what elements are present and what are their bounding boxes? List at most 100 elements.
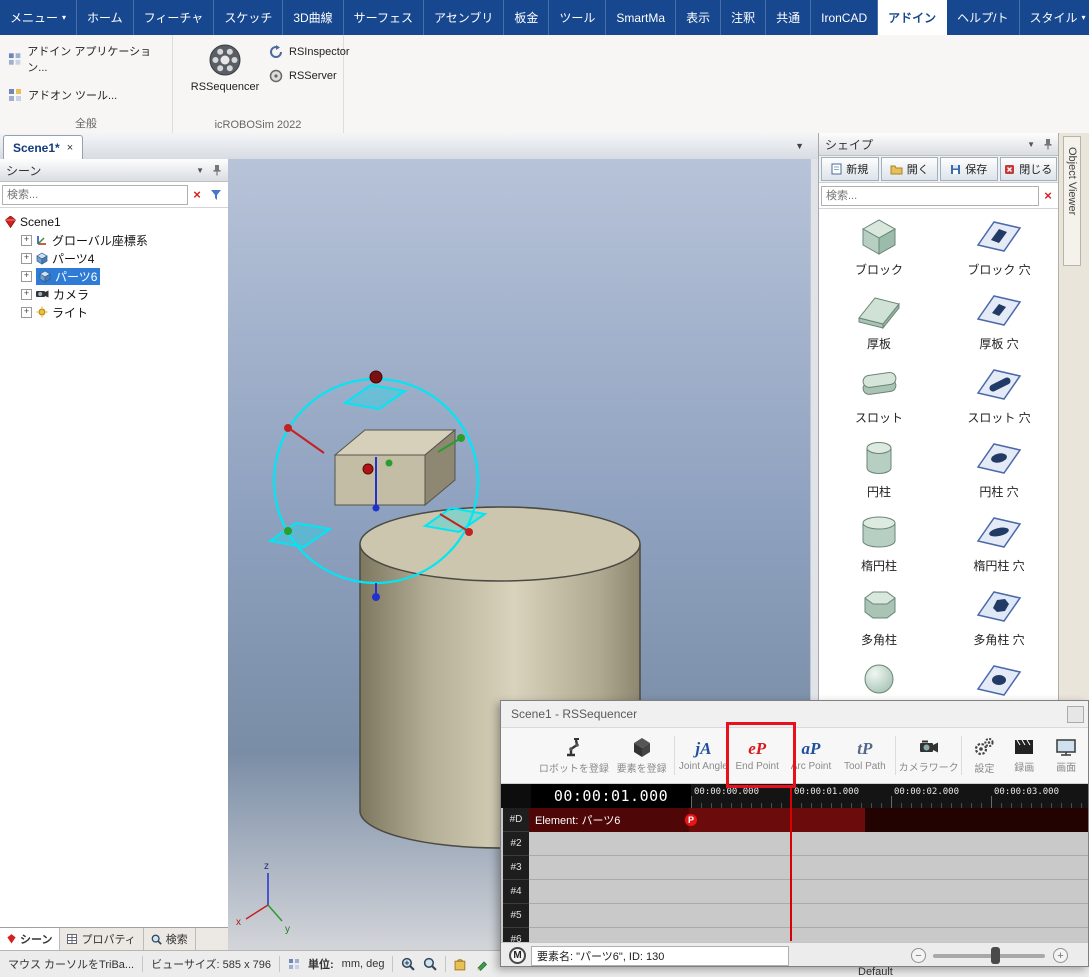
tab-search[interactable]: 検索 [144,928,196,950]
object-viewer-tab[interactable]: Object Viewer [1063,136,1081,266]
screen-button[interactable]: 画面 [1044,728,1088,783]
panel-menu-icon[interactable]: ▼ [1027,140,1035,149]
tool-path-button[interactable]: tP Tool Path [837,728,893,783]
box-part[interactable] [335,430,455,505]
catalog-item-slot[interactable]: スロット [854,363,904,429]
catalog-item-slot-hole[interactable]: スロット 穴 [967,363,1030,429]
menu-tab-style[interactable]: スタイル▾ [1020,0,1089,35]
mixer-button[interactable]: M [509,947,526,964]
tree-item-light[interactable]: + ライト [0,303,228,321]
menu-tab-tools[interactable]: ツール [549,0,606,35]
rsserver-button[interactable]: RSServer [269,69,350,83]
catalog-item-cylinder[interactable]: 円柱 [854,437,904,503]
sequencer-titlebar[interactable]: Scene1 - RSSequencer [501,701,1088,728]
menu-tab-3dcurve[interactable]: 3D曲線 [283,0,343,35]
keyframe-marker[interactable]: P [684,813,698,827]
tree-item-scene1[interactable]: Scene1 [0,213,228,231]
tree-item-part4[interactable]: + パーツ4 [0,249,228,267]
playhead[interactable] [790,785,792,941]
tree-item-part6-selected[interactable]: + パーツ6 [0,267,228,285]
menu-tab-assembly[interactable]: アセンブリ [424,0,504,35]
panel-menu-icon[interactable]: ▼ [196,166,204,175]
track-row-3[interactable]: #3 [501,856,1088,880]
sphere-shape-icon [854,659,904,703]
catalog-item-block[interactable]: ブロック [854,215,904,281]
pin-icon[interactable] [212,164,222,176]
catalog-item-cylinder-hole[interactable]: 円柱 穴 [974,437,1024,503]
menu-tab-view[interactable]: 表示 [676,0,721,35]
register-element-button[interactable]: 要素を登録 [611,728,673,783]
joint-angle-button[interactable]: jA Joint Angle [677,728,729,783]
catalog-item-ellipse-cylinder[interactable]: 楕円柱 [854,511,904,577]
expand-icon[interactable]: + [21,271,32,282]
search-clear-button[interactable]: × [1039,188,1057,203]
catalog-item-slab-hole[interactable]: 厚板 穴 [974,289,1024,355]
menu-tab-sheetmetal[interactable]: 板金 [504,0,549,35]
zoom-in-icon[interactable] [401,957,415,971]
timeline-zoom-slider[interactable] [933,954,1045,958]
paint-bucket-icon[interactable] [454,958,468,971]
scene-search-input[interactable] [2,185,188,205]
tree-item-global-coords[interactable]: + グローバル座標系 [0,231,228,249]
camera-work-button[interactable]: カメラワーク [898,728,960,783]
menu-tab-common[interactable]: 共通 [766,0,811,35]
track-row-2[interactable]: #2 [501,832,1088,856]
menu-tab-surface[interactable]: サーフェス [344,0,424,35]
menu-tab-menu[interactable]: メニュー▾ [0,0,77,35]
catalog-item-polygon-prism[interactable]: 多角柱 [854,585,904,651]
end-point-button[interactable]: eP End Point [729,728,785,783]
addin-applications-button[interactable]: アドイン アプリケーション... [0,39,172,79]
addon-tools-button[interactable]: アドオン ツール... [0,83,172,107]
catalog-item-block-hole[interactable]: ブロック 穴 [967,215,1030,281]
rssequencer-button[interactable]: RSSequencer [187,43,263,93]
menu-tab-smartma[interactable]: SmartMa [606,0,676,35]
sequencer-close-button[interactable] [1067,706,1084,723]
catalog-save-button[interactable]: 保存 [940,157,998,181]
element-clip[interactable]: Element: パーツ6 [529,808,689,832]
catalog-open-button[interactable]: 開く [881,157,939,181]
timeline-ruler[interactable]: 00:00:00.000 00:00:01.000 00:00:02.000 0… [691,784,1088,808]
filter-button[interactable] [206,189,226,201]
menu-tab-feature[interactable]: フィーチャ [134,0,215,35]
catalog-search-input[interactable] [821,186,1039,206]
element-clip-body[interactable] [689,808,865,832]
tab-list-dropdown-icon[interactable]: ▼ [795,141,818,151]
menu-tab-sketch[interactable]: スケッチ [214,0,283,35]
expand-icon[interactable]: + [21,289,32,300]
register-robot-button[interactable]: ロボットを登録 [537,728,611,783]
catalog-new-button[interactable]: 新規 [821,157,879,181]
expand-icon[interactable]: + [21,253,32,264]
expand-icon[interactable]: + [21,235,32,246]
settings-button[interactable]: 設定 [964,728,1004,783]
menu-tab-annotation[interactable]: 注釈 [721,0,766,35]
menu-tab-home[interactable]: ホーム [77,0,134,35]
shape-panel-header: シェイプ ▼ [819,133,1059,156]
track-row-4[interactable]: #4 [501,880,1088,904]
pencil-icon[interactable] [476,958,489,971]
pin-icon[interactable] [1043,138,1053,150]
menu-tab-ironcad[interactable]: IronCAD [811,0,878,35]
arc-point-button[interactable]: aP Arc Point [785,728,837,783]
catalog-close-button[interactable]: 閉じる [1000,157,1058,181]
rsinspector-button[interactable]: RSInspector [269,45,350,59]
record-button[interactable]: 録画 [1004,728,1044,783]
expand-icon[interactable]: + [21,307,32,318]
search-clear-button[interactable]: × [188,187,206,202]
monitor-icon [1055,737,1077,757]
zoom-extents-icon[interactable] [423,957,437,971]
tab-properties[interactable]: プロパティ [60,928,143,950]
track-row-5[interactable]: #5 [501,904,1088,928]
menu-tab-addin[interactable]: アドイン [878,0,947,35]
catalog-item-ellipse-cylinder-hole[interactable]: 楕円柱 穴 [973,511,1024,577]
catalog-item-polygon-prism-hole[interactable]: 多角柱 穴 [973,585,1024,651]
cylinder-hole-shape-icon [974,437,1024,481]
timeline-zoom-out-button[interactable]: − [911,948,926,963]
timeline-zoom-handle[interactable] [991,947,1000,964]
tab-close-icon[interactable]: × [67,142,73,154]
tab-scene[interactable]: シーン [0,928,60,950]
catalog-item-slab[interactable]: 厚板 [854,289,904,355]
menu-tab-help[interactable]: ヘルプ/ト [947,0,1019,35]
timeline-zoom-in-button[interactable]: + [1053,948,1068,963]
document-tab-scene1[interactable]: Scene1* × [3,135,83,159]
tree-item-camera[interactable]: + カメラ [0,285,228,303]
